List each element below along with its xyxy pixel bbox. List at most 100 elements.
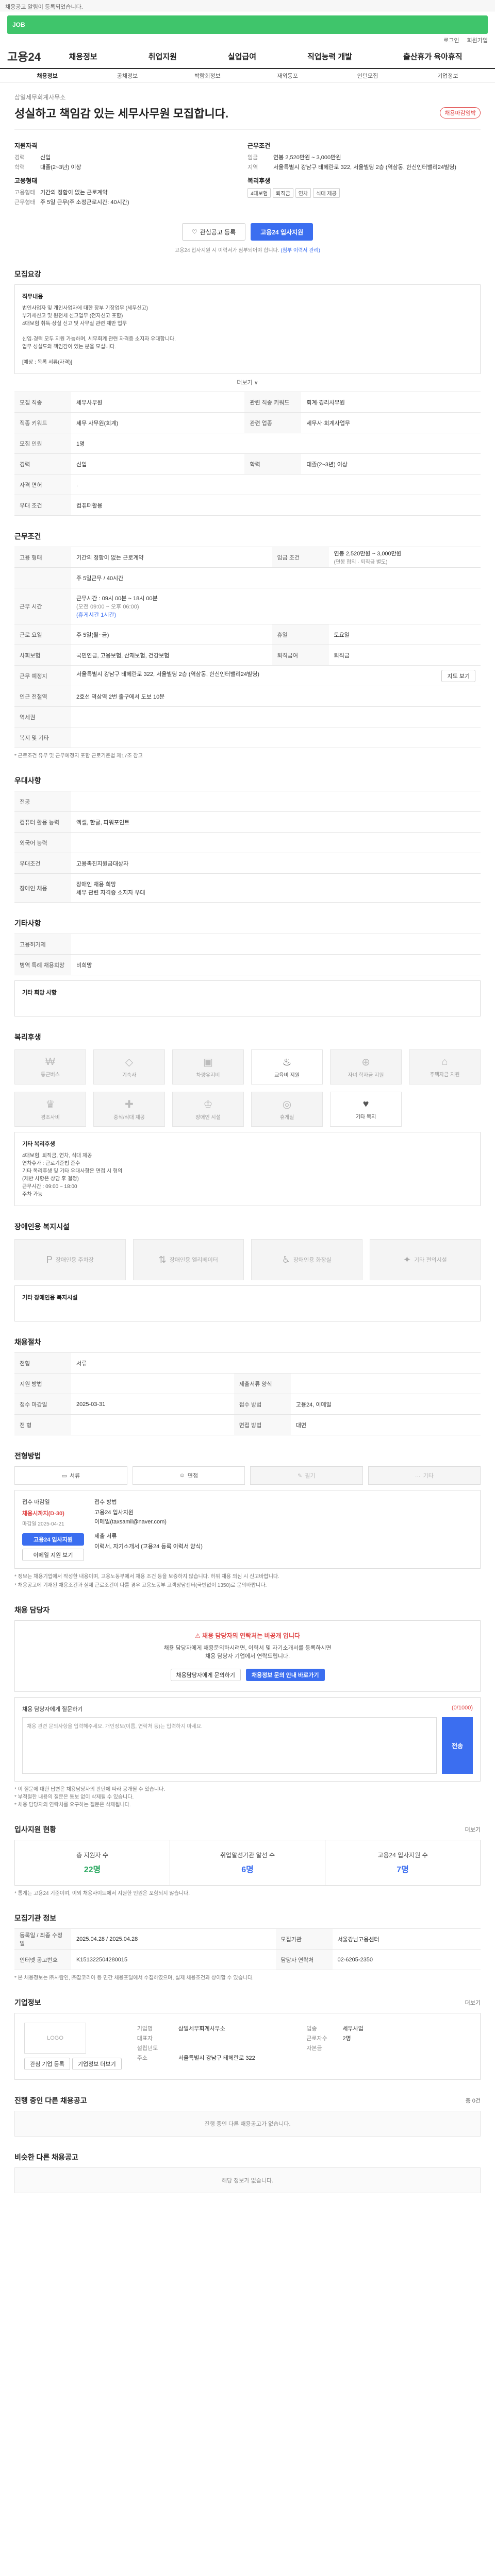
cell-value: 회계·경리사무원 [301,392,481,413]
disability-item: ⇅ 장애인용 엘리베이터 [133,1239,244,1280]
disability-item: ✦ 기타 편의시설 [369,1239,481,1280]
cell-value: 2호선 역삼역 2번 출구에서 도보 10분 [71,686,481,707]
resume-link[interactable]: (첨부 이력서 관리) [280,248,320,253]
section-title: 기타사항 [14,919,41,927]
disability-item: P 장애인용 주차장 [14,1239,126,1280]
welfare-item: ▣ 차량유지비 [172,1049,244,1084]
proc-label: 제출 서류 [94,1533,117,1539]
company-key: 업종 [306,2026,317,2032]
gnb-item[interactable]: 직업능력 개발 [307,51,352,62]
company-key: 기업명 [137,2026,153,2032]
welfare-line: (제반 사항은 상담 후 결정) [22,1176,79,1182]
summary-key: 근무형태 [14,199,36,206]
job-description: 직무내용 법인사업자 및 개인사업자에 대한 장부 기장업무 (세무신고) 부가… [14,284,481,374]
cell-value [71,934,481,955]
site-logo[interactable]: 고용24 [7,48,43,64]
summary-heading: 지원자격 [14,142,38,149]
job-header: 삼일세무회계사무소 성실하고 책임감 있는 세무사무원 모집합니다. 채용마감임박… [0,82,495,253]
gnb-item[interactable]: 채용정보 [69,51,97,62]
email-apply-button[interactable]: 이메일 지원 보기 [22,1549,84,1561]
scholarship-icon: ⊕ [361,1057,370,1068]
parking-icon: P [46,1254,53,1265]
apply-stats: 총 지원자 수 22명 취업알선기관 알선 수 6명 고용24 입사지원 수 7명 [14,1840,481,1886]
notice-text: 고용24 입사지원 시 이력서가 첨부되어야 합니다. [175,248,279,253]
disability-hire: 장애인 채용 희망 [76,881,116,888]
welfare-chip: 연차 [295,188,311,198]
summary-value: 서울특별시 강남구 테헤란로 322, 서울빌딩 2층 (역삼동, 한신인터밸리… [273,164,456,171]
gnb-item[interactable]: 출산휴가 육아휴직 [403,51,463,62]
cell-key: 관련 직종 키워드 [244,392,302,413]
scrap-button[interactable]: ♡ 관심공고 등록 [182,223,246,241]
question-note: * 부적절한 내용의 질문은 통보 없이 삭제될 수 있습니다. [14,1794,134,1800]
section-title: 비슷한 다른 채용공고 [14,2153,78,2161]
cell-value [290,1373,481,1394]
subnav-item[interactable]: 인턴모집 [327,72,407,80]
cell-value [71,791,481,812]
send-button[interactable]: 전송 [442,1717,473,1774]
signup-link[interactable]: 회원가입 [467,38,488,44]
contact-button[interactable]: 채용담당자에게 문의하기 [170,1669,241,1681]
cell-value: 세무사·회계사업무 [301,412,481,433]
job-title: 성실하고 책임감 있는 세무사무원 모집합니다. [14,107,229,120]
cell-value: 대졸(2~3년) 이상 [301,453,481,474]
gnb-item[interactable]: 실업급여 [228,51,256,62]
company-more-link[interactable]: 더보기 [465,1998,481,2007]
contact-guide-button[interactable]: 채용정보 문의 안내 바로가기 [245,1669,325,1681]
subnav-item[interactable]: 박람회정보 [168,72,248,80]
subnav-item[interactable]: 기업정보 [408,72,488,80]
company-scrap-button[interactable]: 관심 기업 등록 [24,2058,70,2070]
cell-value: 엑셀, 한글, 파워포인트 [71,811,481,833]
banner[interactable]: JOB [7,15,488,34]
cell-key: 모집기관 [275,1928,333,1950]
welfare-chip: 4대보험 [248,188,271,198]
section-title: 전형방법 [14,1452,41,1460]
welfare-label: 경조사비 [41,1115,60,1121]
cell-value: . [71,474,481,495]
company-value: 세무사업 [342,2026,364,2032]
mode-written: ✎ 필기 [250,1466,363,1485]
cell-value: 2025-03-31 [71,1394,234,1415]
welfare-item: ⌂ 주택자금 지원 [409,1049,481,1084]
section-title: 모집요강 [14,270,41,278]
welfare-item: ♥ 기타 복지 [330,1092,402,1127]
cell-key: 고용허가제 [14,934,71,955]
question-textarea[interactable]: 채용 관련 문의사항을 입력해주세요. 개인정보(이름, 연락처 등)는 입력하… [22,1717,437,1774]
gnb-item[interactable]: 취업지원 [148,51,177,62]
cell-key: 외국어 능력 [14,832,71,853]
subnav-item[interactable]: 공채정보 [87,72,167,80]
section-title: 모집기관 정보 [14,1914,57,1922]
time-sub: (오전 09:00 ~ 오후 06:00) [76,603,139,610]
jobdesc-title: 직무내용 [22,294,43,300]
subnav-item[interactable]: 재외동포 [248,72,327,80]
company-value: 삼일세무회계사무소 [178,2026,225,2032]
cell-key: 등록일 / 최종 수정일 [14,1928,71,1950]
cell-value: 대면 [290,1414,481,1435]
login-link[interactable]: 로그인 [443,38,459,44]
apply-button[interactable]: 고용24 입사지원 [251,223,314,241]
welfare-label: 교육비 지원 [274,1073,300,1078]
proc-value: 이메일(taxsamil@naver.com) [94,1519,167,1525]
proc-note: * 채용공고에 기재된 채용조건과 실제 근로조건이 다를 경우 고용노동부 고… [14,1583,267,1588]
section-title: 진행 중인 다른 채용공고 [14,2096,87,2105]
proc-date: 마감일 2025-04-21 [22,1521,64,1527]
company-value: 서울특별시 강남구 테헤란로 322 [178,2055,255,2061]
welfare-item: ⊕ 자녀 학자금 지원 [330,1049,402,1084]
summary-key: 지역 [248,164,258,171]
welfare-item: ♨ 교육비 지원 [251,1049,323,1084]
cell-key: 모집 인원 [14,433,71,454]
top-notice: 채용공고 알림이 등록되었습니다. [0,0,495,11]
more-button[interactable]: 더보기 ∨ [0,378,495,386]
map-button[interactable]: 지도 보기 [441,669,475,682]
subnav-item[interactable]: 채용정보 [7,72,87,80]
summary-value: 대졸(2~3년) 이상 [40,164,81,171]
apply-button[interactable]: 고용24 입사지원 [22,1533,84,1546]
section-title: 복리후생 [14,1033,41,1041]
company-detail-button[interactable]: 기업정보 더보기 [72,2058,122,2070]
address-value: 서울특별시 강남구 테헤란로 322, 서울빌딩 2층 (역삼동, 한신인터밸리… [76,671,259,677]
stats-more-link[interactable]: 더보기 [465,1825,481,1834]
time-value: 근무시간 : 09시 00분 ~ 18시 00분 [76,595,158,602]
company-key: 주소 [137,2055,147,2061]
contact-heading: 채용 담당자의 연락처는 비공개 입니다 [202,1632,301,1639]
cell-key: 인근 전철역 [14,686,71,707]
welfare-detail: 기타 복리후생 4대보험, 퇴직금, 연차, 식대 제공 연차휴가 : 근로기준… [14,1132,481,1206]
